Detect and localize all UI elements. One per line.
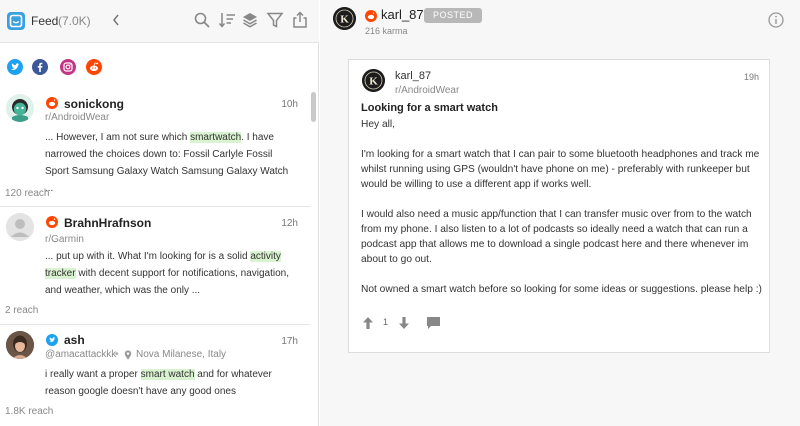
comment-icon[interactable] xyxy=(426,316,441,330)
post-location: Nova Milanese, Italy xyxy=(136,349,227,360)
feed-post[interactable]: ash 17h @amacattackkk • Nova Milanese, I… xyxy=(0,325,310,426)
layers-icon[interactable] xyxy=(241,11,259,29)
twitter-icon[interactable] xyxy=(7,59,23,75)
reddit-badge-icon xyxy=(46,97,58,109)
keyword-highlight: smartwatch xyxy=(190,132,242,143)
post-detail-card: K karl_87 r/AndroidWear 19h Looking for … xyxy=(348,59,770,353)
search-icon[interactable] xyxy=(193,11,211,29)
twitter-badge-icon xyxy=(46,334,58,346)
avatar xyxy=(6,331,34,359)
reddit-badge-icon xyxy=(46,216,58,228)
post-time: 10h xyxy=(281,99,298,110)
post-snippet: ... put up with it. What I'm looking for… xyxy=(45,248,295,299)
card-username[interactable]: karl_87 xyxy=(395,70,431,82)
snippet-text: with decent support for notifications, n… xyxy=(45,268,290,296)
feed-pane: Feed (7.0K) sonickong 10h r/AndroidWear … xyxy=(0,0,319,426)
post-paragraph: I'm looking for a smart watch that I can… xyxy=(361,149,760,190)
downvote-arrow-icon[interactable] xyxy=(398,316,410,330)
app-logo-icon xyxy=(7,12,25,30)
feed-post[interactable]: sonickong 10h r/AndroidWear ... However,… xyxy=(0,88,310,207)
author-username[interactable]: karl_87 xyxy=(381,7,424,22)
feed-title[interactable]: Feed xyxy=(31,14,58,28)
svg-text:K: K xyxy=(340,14,349,26)
info-icon[interactable] xyxy=(768,12,784,28)
post-snippet: ... However, I am not sure which smartwa… xyxy=(45,129,295,197)
post-reach: 120 reach xyxy=(5,188,50,199)
vote-count: 1 xyxy=(383,317,389,327)
post-handle[interactable]: @amacattackkk xyxy=(45,349,116,360)
snippet-text: i really want a proper xyxy=(45,369,141,380)
post-author[interactable]: BrahnHrafnson xyxy=(64,216,151,230)
post-paragraph: Not owned a smart watch before so lookin… xyxy=(361,284,762,295)
sort-icon[interactable] xyxy=(218,11,236,29)
author-avatar[interactable]: K xyxy=(362,69,385,92)
post-subreddit[interactable]: r/AndroidWear xyxy=(45,112,109,123)
facebook-icon[interactable] xyxy=(32,59,48,75)
author-karma: 216 karma xyxy=(365,26,408,36)
post-author[interactable]: sonickong xyxy=(64,97,124,111)
post-body: Hey all, I'm looking for a smart watch t… xyxy=(361,117,763,312)
location-pin-icon xyxy=(124,350,132,360)
post-time: 12h xyxy=(281,218,298,229)
feed-collapse-chevron-icon[interactable] xyxy=(111,13,121,27)
svg-text:K: K xyxy=(369,76,378,88)
post-reach: 1.8K reach xyxy=(5,406,54,417)
feed-toolbar: Feed (7.0K) xyxy=(0,0,319,43)
post-paragraph: I would also need a music app/function t… xyxy=(361,209,752,265)
post-reach: 2 reach xyxy=(5,305,39,316)
post-subreddit[interactable]: r/Garmin xyxy=(45,234,84,245)
filter-icon[interactable] xyxy=(266,11,284,29)
snippet-text: ... put up with it. What I'm looking for… xyxy=(45,251,251,262)
post-author[interactable]: ash xyxy=(64,333,85,347)
detail-pane: K karl_87 POSTED 216 karma K karl_87 r/A… xyxy=(320,0,800,426)
avatar xyxy=(6,94,34,122)
feed-count: (7.0K) xyxy=(58,14,91,28)
upvote-arrow-icon[interactable] xyxy=(362,316,374,330)
card-subreddit[interactable]: r/AndroidWear xyxy=(395,85,459,96)
avatar xyxy=(6,213,34,241)
post-snippet: i really want a proper smart watch and f… xyxy=(45,366,275,400)
separator-dot: • xyxy=(115,349,119,360)
post-time: 17h xyxy=(281,336,298,347)
app-window: Feed (7.0K) sonickong 10h r/AndroidWear … xyxy=(0,0,800,426)
snippet-text: ... However, I am not sure which xyxy=(45,132,191,143)
author-avatar[interactable]: K xyxy=(333,7,356,30)
post-title: Looking for a smart watch xyxy=(361,102,498,114)
instagram-icon[interactable] xyxy=(60,59,76,75)
post-greeting: Hey all, xyxy=(361,119,395,130)
reddit-icon[interactable] xyxy=(86,59,102,75)
export-icon[interactable] xyxy=(291,11,309,29)
feed-scrollbar[interactable] xyxy=(311,92,316,122)
keyword-highlight: smart watch xyxy=(140,369,195,380)
card-time: 19h xyxy=(743,72,759,82)
feed-post[interactable]: BrahnHrafnson 12h r/Garmin ... put up wi… xyxy=(0,207,310,325)
status-badge: POSTED xyxy=(424,8,483,23)
reddit-badge-icon xyxy=(365,10,377,22)
